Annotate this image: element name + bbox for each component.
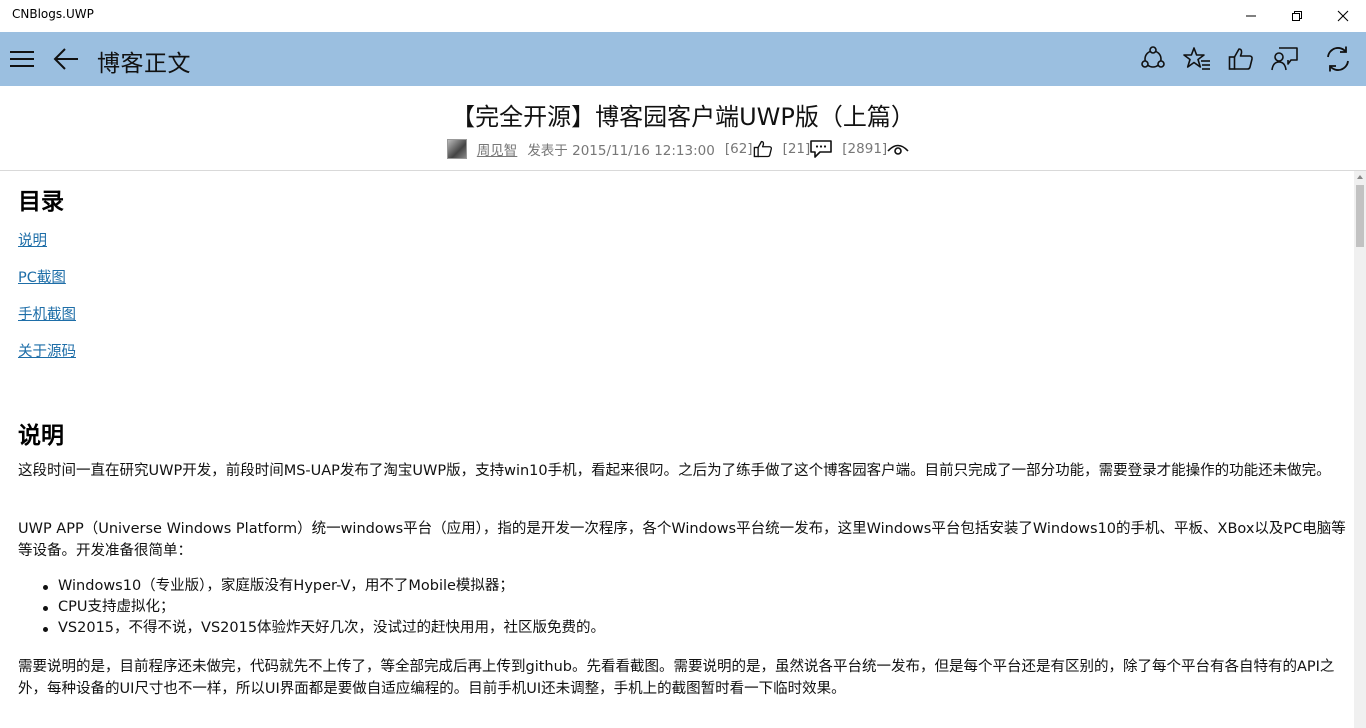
like-count: [62]	[724, 141, 753, 157]
vertical-scrollbar[interactable]	[1354, 171, 1366, 728]
post-header: 【完全开源】博客园客户端UWP版（上篇） 周见智 发表于 2015/11/16 …	[0, 86, 1366, 171]
hamburger-icon	[10, 51, 34, 67]
close-icon	[1337, 10, 1349, 22]
list-item: VS2015，不得不说，VS2015体验炸天好几次，没试过的赶快用用，社区版免费…	[40, 618, 605, 639]
toc-link-intro[interactable]: 说明	[18, 229, 47, 250]
like-icon	[753, 140, 773, 158]
paragraph-1: 这段时间一直在研究UWP开发，前段时间MS-UAP发布了淘宝UWP版，支持win…	[18, 463, 1331, 479]
comment-count: [21]	[782, 141, 811, 157]
refresh-icon	[1327, 46, 1349, 72]
page-title: 博客正文	[97, 51, 191, 77]
menu-button[interactable]	[0, 32, 44, 86]
list-item: CPU支持虚拟化；	[40, 597, 605, 618]
comment-user-icon	[1271, 47, 1298, 71]
comments-button[interactable]	[1263, 32, 1307, 86]
eye-icon	[887, 142, 909, 156]
restore-button[interactable]	[1274, 0, 1320, 32]
author-avatar[interactable]	[446, 139, 467, 159]
comment-icon	[810, 140, 833, 158]
restore-icon	[1292, 11, 1302, 21]
toc-link-source-code[interactable]: 关于源码	[18, 340, 76, 361]
view-count: [2891]	[842, 141, 888, 157]
command-bar: 博客正文	[0, 32, 1366, 86]
paragraph-3: 需要说明的是，目前程序还未做完，代码就先不上传了，等全部完成后再上传到githu…	[18, 659, 1335, 697]
back-button[interactable]	[44, 32, 88, 86]
toc-link-pc-screenshots[interactable]: PC截图	[18, 266, 66, 287]
toc-heading: 目录	[18, 189, 64, 215]
post-meta: 周见智 发表于 2015/11/16 12:13:00 [62] [21] [2…	[0, 139, 1366, 159]
chevron-up-icon	[1357, 175, 1363, 179]
section-heading: 说明	[18, 423, 64, 449]
like-button[interactable]	[1219, 32, 1263, 86]
close-button[interactable]	[1320, 0, 1366, 32]
minimize-icon	[1246, 15, 1256, 17]
share-icon	[1141, 46, 1165, 68]
back-arrow-icon	[53, 48, 78, 70]
scroll-thumb[interactable]	[1356, 185, 1364, 247]
author-link[interactable]: 周见智	[477, 139, 518, 159]
title-bar: CNBlogs.UWP	[0, 0, 1366, 32]
list-item: Windows10（专业版），家庭版没有Hyper-V，用不了Mobile模拟器…	[40, 576, 605, 597]
article-content[interactable]: 目录 说明 PC截图 手机截图 关于源码 说明 这段时间一直在研究UWP开发，前…	[0, 171, 1354, 728]
share-button[interactable]	[1131, 32, 1175, 86]
post-title: 【完全开源】博客园客户端UWP版（上篇）	[451, 103, 915, 131]
scroll-up-button[interactable]	[1354, 171, 1366, 183]
toc-link-phone-screenshots[interactable]: 手机截图	[18, 303, 76, 324]
refresh-button[interactable]	[1316, 32, 1360, 86]
minimize-button[interactable]	[1228, 0, 1274, 32]
paragraph-2: UWP APP（Universe Windows Platform）统一wind…	[18, 521, 1346, 559]
publish-date: 发表于 2015/11/16 12:13:00	[527, 143, 715, 159]
requirements-list: Windows10（专业版），家庭版没有Hyper-V，用不了Mobile模拟器…	[40, 576, 605, 639]
app-title: CNBlogs.UWP	[12, 7, 94, 21]
favorite-icon	[1183, 47, 1210, 70]
thumbs-up-icon	[1228, 48, 1253, 70]
favorite-button[interactable]	[1175, 32, 1219, 86]
